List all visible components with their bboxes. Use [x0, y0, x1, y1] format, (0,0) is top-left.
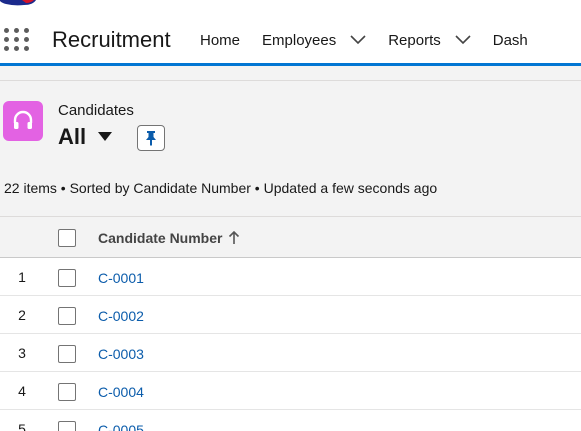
- list-view-meta: 22 items • Sorted by Candidate Number • …: [4, 180, 438, 196]
- nav-item-label: Home: [200, 31, 241, 49]
- app-name: Recruitment: [52, 27, 171, 52]
- sub-header-strip: [0, 66, 581, 81]
- nav-item-employees[interactable]: Employees: [262, 32, 366, 49]
- table-row: 5 C-0005: [0, 410, 581, 431]
- select-all-checkbox[interactable]: [58, 229, 76, 247]
- logo-fragment: [0, 0, 36, 6]
- row-checkbox[interactable]: [58, 345, 76, 363]
- chevron-down-icon[interactable]: [350, 35, 366, 45]
- candidate-number-link[interactable]: C-0004: [98, 384, 144, 400]
- table-row: 1 C-0001: [0, 258, 581, 296]
- data-table: Candidate Number 1 C-0001 2 C-0002 3 C-0…: [0, 216, 581, 431]
- pin-icon: [146, 131, 156, 146]
- row-number: 4: [18, 383, 26, 399]
- column-header-label: Candidate Number: [98, 230, 223, 246]
- chevron-down-icon[interactable]: [455, 35, 471, 45]
- row-checkbox[interactable]: [58, 383, 76, 401]
- candidate-number-link[interactable]: C-0005: [98, 422, 144, 431]
- row-checkbox[interactable]: [58, 269, 76, 287]
- row-number: 1: [18, 269, 26, 285]
- app-launcher-icon[interactable]: [4, 28, 30, 51]
- headset-icon: [3, 101, 43, 141]
- candidate-number-link[interactable]: C-0003: [98, 346, 144, 362]
- view-name: All: [58, 124, 87, 149]
- candidate-number-link[interactable]: C-0001: [98, 270, 144, 286]
- nav-item-reports[interactable]: Reports: [388, 32, 471, 49]
- list-view-selector[interactable]: All: [58, 124, 113, 150]
- object-label: Candidates: [58, 102, 134, 119]
- nav-bar: Home Employees Reports Dash: [200, 30, 550, 50]
- table-row: 2 C-0002: [0, 296, 581, 334]
- row-checkbox[interactable]: [58, 307, 76, 325]
- table-row: 3 C-0003: [0, 334, 581, 372]
- candidate-number-link[interactable]: C-0002: [98, 308, 144, 324]
- nav-item-label: Employees: [262, 31, 337, 49]
- nav-item-dashboards[interactable]: Dash: [493, 32, 528, 49]
- column-header-candidate-number[interactable]: Candidate Number: [98, 230, 240, 246]
- row-checkbox[interactable]: [58, 421, 76, 431]
- table-row: 4 C-0004: [0, 372, 581, 410]
- row-number: 2: [18, 307, 26, 323]
- sort-ascending-icon: [229, 231, 240, 244]
- table-header: Candidate Number: [0, 216, 581, 258]
- caret-down-icon[interactable]: [98, 132, 113, 142]
- global-header: Recruitment Home Employees Reports Dash: [0, 0, 581, 66]
- row-number: 3: [18, 345, 26, 361]
- nav-item-label: Dash: [492, 31, 528, 49]
- nav-item-home[interactable]: Home: [200, 32, 240, 49]
- row-number: 5: [18, 421, 26, 431]
- nav-item-label: Reports: [388, 31, 441, 49]
- pin-list-view-button[interactable]: [137, 125, 165, 151]
